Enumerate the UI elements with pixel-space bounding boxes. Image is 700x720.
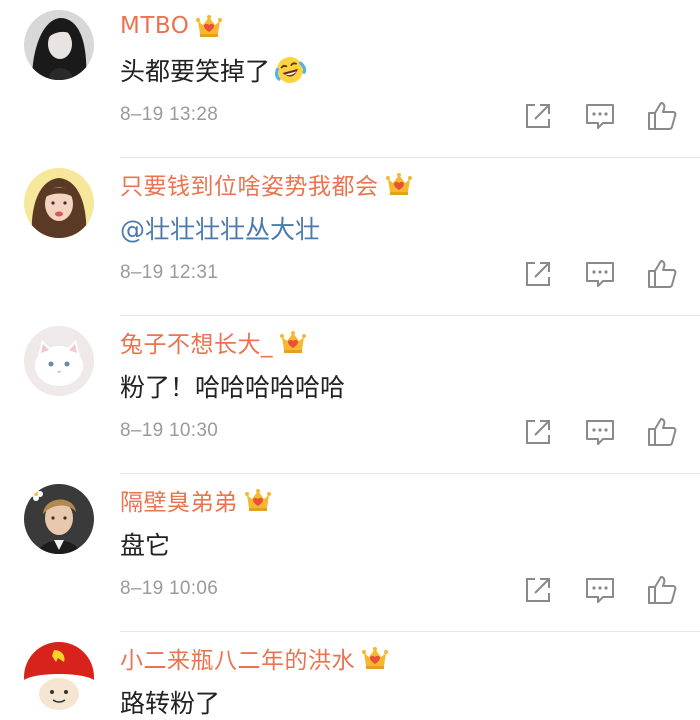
avatar[interactable] <box>24 168 94 238</box>
comment-text: 头都要笑掉了 <box>120 52 308 88</box>
reply-icon[interactable] <box>582 572 618 608</box>
avatar[interactable] <box>24 10 94 80</box>
username[interactable]: 只要钱到位啥姿势我都会 <box>120 167 379 201</box>
like-icon[interactable] <box>644 572 680 608</box>
comment-header: 只要钱到位啥姿势我都会 <box>120 166 413 202</box>
avatar[interactable] <box>24 642 94 712</box>
username[interactable]: 兔子不想长大_ <box>120 325 273 359</box>
vip-crown-icon <box>361 646 389 670</box>
reply-icon[interactable] <box>582 98 618 134</box>
comment-text-content: 粉了！哈哈哈哈哈哈 <box>120 373 346 402</box>
comment-item: MTBO 头都要笑掉了 8–19 13:28 <box>0 0 700 158</box>
comment-actions <box>520 98 700 134</box>
comment-item: 只要钱到位啥姿势我都会 @壮壮壮壮丛大壮 8–19 12:31 <box>0 158 700 316</box>
share-icon[interactable] <box>520 256 556 292</box>
comment-header: 隔壁臭弟弟 <box>120 482 272 518</box>
mention-link[interactable]: @壮壮壮壮丛大壮 <box>120 210 320 246</box>
like-icon[interactable] <box>644 98 680 134</box>
comment-time: 8–19 12:31 <box>120 262 219 283</box>
comment-text-content: 盘它 <box>120 531 171 560</box>
comment-text-content: 头都要笑掉了 <box>120 57 271 86</box>
comment-header: 兔子不想长大_ <box>120 324 307 360</box>
comment-text[interactable]: @壮壮壮壮丛大壮 <box>120 210 320 246</box>
comment-text-content: 路转粉了 <box>120 689 221 718</box>
like-icon[interactable] <box>644 256 680 292</box>
comment-header: 小二来瓶八二年的洪水 <box>120 640 389 676</box>
vip-crown-icon <box>195 14 223 38</box>
laugh-cry-emoji-icon <box>272 54 308 86</box>
reply-icon[interactable] <box>582 256 618 292</box>
username[interactable]: 小二来瓶八二年的洪水 <box>120 641 355 675</box>
comment-actions <box>520 256 700 292</box>
comment-actions <box>520 414 700 450</box>
comment-actions <box>520 572 700 608</box>
comment-item: 隔壁臭弟弟 盘它 8–19 10:06 <box>0 474 700 632</box>
share-icon[interactable] <box>520 98 556 134</box>
like-icon[interactable] <box>644 414 680 450</box>
avatar[interactable] <box>24 326 94 396</box>
comment-item: 兔子不想长大_ 粉了！哈哈哈哈哈哈 8–19 10:30 <box>0 316 700 474</box>
comment-text: 粉了！哈哈哈哈哈哈 <box>120 368 345 404</box>
share-icon[interactable] <box>520 572 556 608</box>
comment-time: 8–19 10:06 <box>120 578 219 599</box>
username[interactable]: 隔壁臭弟弟 <box>120 483 238 517</box>
comment-time: 8–19 10:30 <box>120 420 219 441</box>
reply-icon[interactable] <box>582 414 618 450</box>
share-icon[interactable] <box>520 414 556 450</box>
comment-text: 路转粉了 <box>120 684 220 720</box>
comment-time: 8–19 13:28 <box>120 104 219 125</box>
vip-crown-icon <box>385 172 413 196</box>
avatar[interactable] <box>24 484 94 554</box>
comment-text: 盘它 <box>120 526 170 562</box>
vip-crown-icon <box>244 488 272 512</box>
username[interactable]: MTBO <box>120 13 189 39</box>
comment-item: 小二来瓶八二年的洪水 路转粉了 <box>0 632 700 719</box>
vip-crown-icon <box>279 330 307 354</box>
comment-header: MTBO <box>120 8 223 44</box>
